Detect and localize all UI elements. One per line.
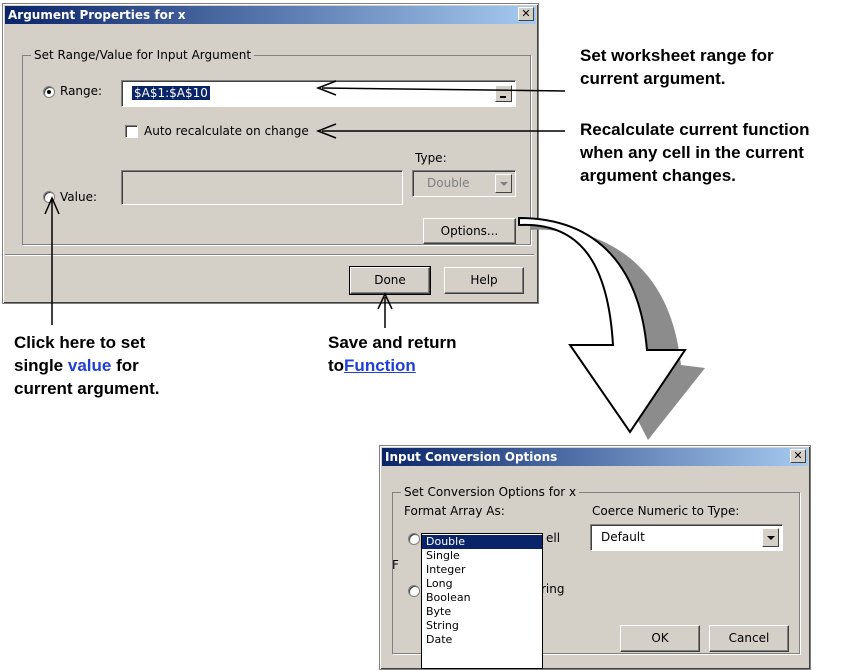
- range-arrow-line: [321, 87, 566, 92]
- annotation-arrows: [44, 80, 705, 440]
